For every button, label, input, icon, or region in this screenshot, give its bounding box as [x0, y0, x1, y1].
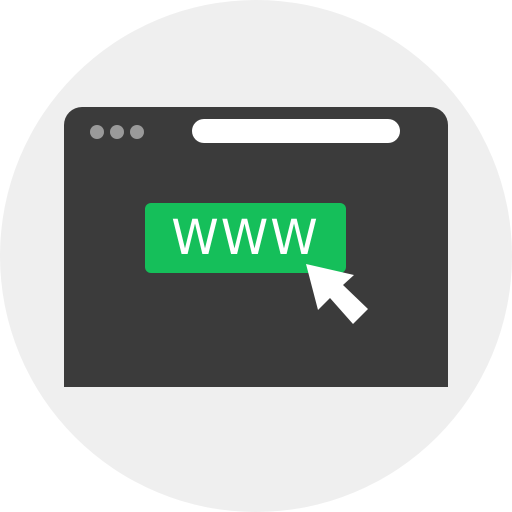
window-dot-icon[interactable]	[110, 125, 124, 139]
web-address-illustration: WWW	[0, 0, 512, 512]
browser-window: WWW	[64, 107, 448, 387]
window-dot-icon[interactable]	[90, 125, 104, 139]
www-button[interactable]: WWW	[145, 203, 346, 273]
window-dot-icon[interactable]	[130, 125, 144, 139]
address-bar-input[interactable]	[192, 119, 400, 143]
mouse-pointer-icon	[306, 264, 368, 324]
